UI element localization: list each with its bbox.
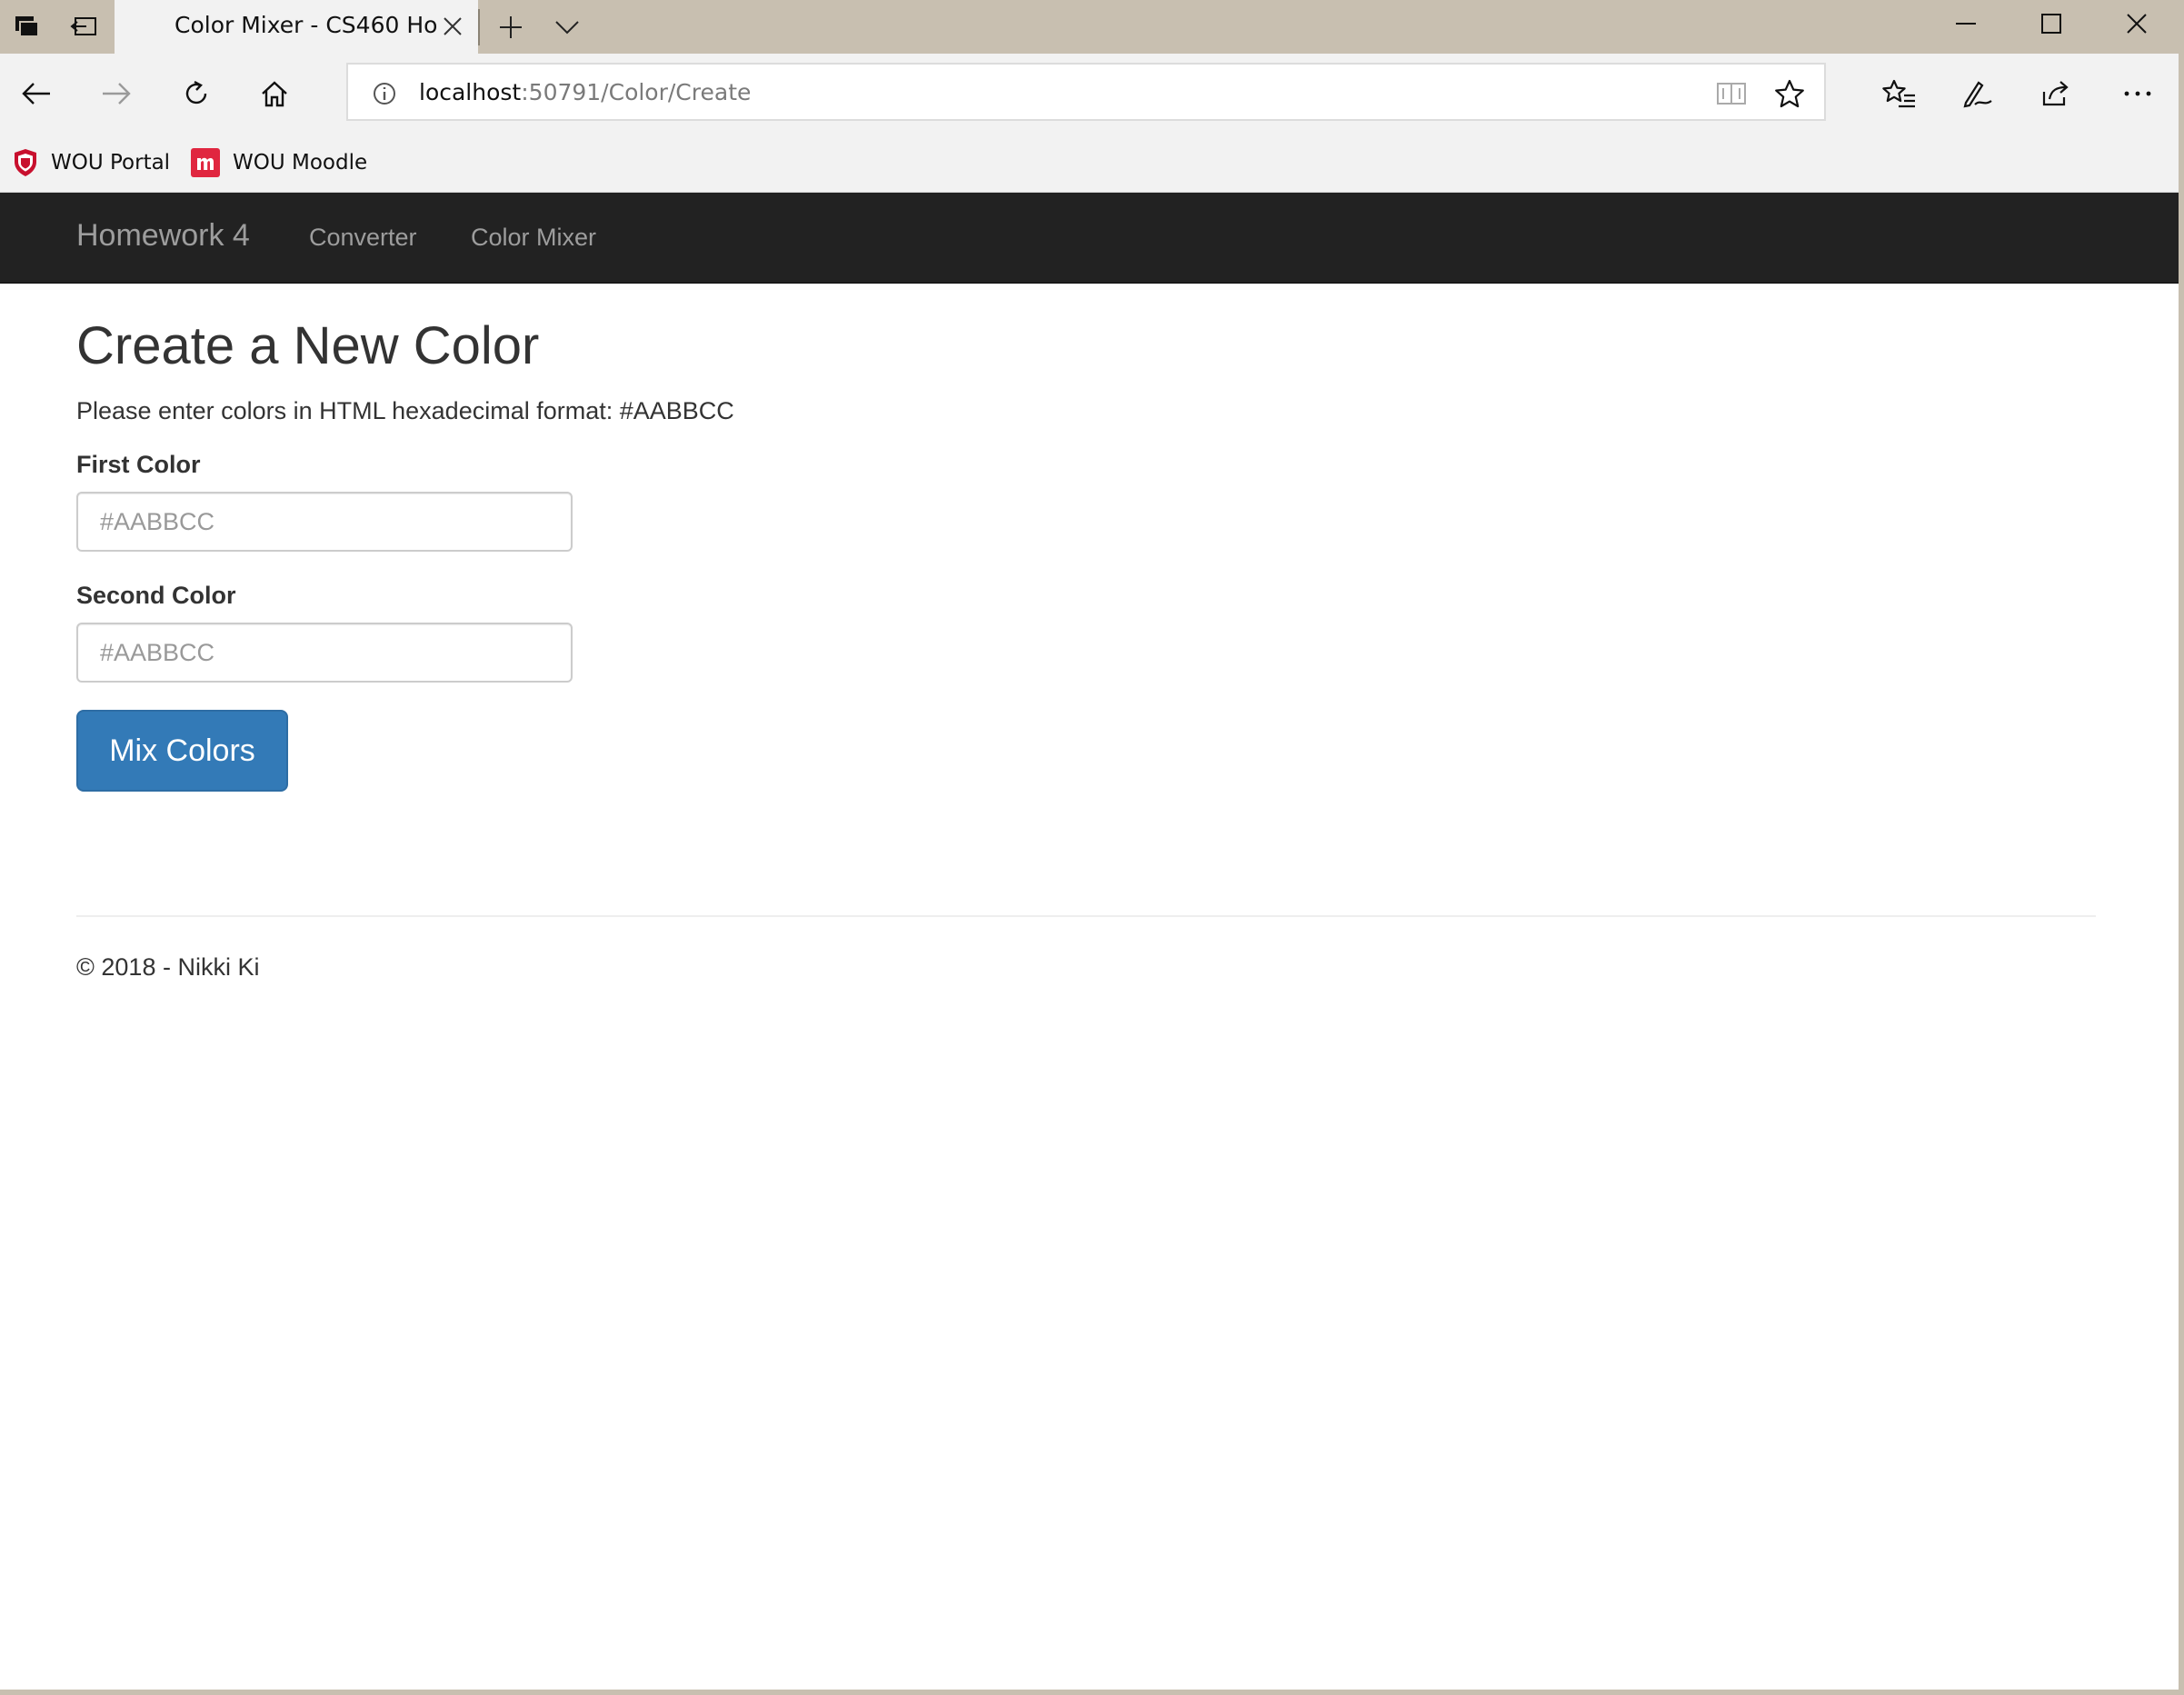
close-window-icon[interactable] xyxy=(2096,0,2178,47)
more-options-icon[interactable] xyxy=(2112,68,2163,119)
second-color-label: Second Color xyxy=(76,582,236,609)
favorites-hub-icon[interactable] xyxy=(1874,68,1925,119)
favorite-wou-moodle[interactable]: WOU Moodle xyxy=(191,145,367,181)
site-navbar: Homework 4 Converter Color Mixer xyxy=(0,193,2179,284)
browser-toolbar: localhost:50791/Color/Create xyxy=(0,54,2179,134)
tab-title: Color Mixer - CS460 Ho xyxy=(175,12,438,38)
pen-icon[interactable] xyxy=(1952,68,2003,119)
title-bar: Color Mixer - CS460 Ho xyxy=(0,0,2179,54)
navbar-brand[interactable]: Homework 4 xyxy=(76,218,250,254)
address-bar[interactable]: localhost:50791/Color/Create xyxy=(346,63,1826,121)
nav-link-color-mixer[interactable]: Color Mixer xyxy=(471,224,596,252)
footer-copyright: © 2018 - Nikki Ki xyxy=(76,953,260,981)
page-title: Create a New Color xyxy=(76,316,540,375)
back-arrow-icon[interactable] xyxy=(11,68,62,119)
favorite-label: WOU Moodle xyxy=(233,151,368,174)
info-icon[interactable] xyxy=(372,81,397,106)
share-icon[interactable] xyxy=(2030,68,2081,119)
maximize-icon[interactable] xyxy=(2010,0,2092,47)
forward-arrow-icon[interactable] xyxy=(91,68,142,119)
new-tab-icon[interactable] xyxy=(485,5,536,49)
format-hint: Please enter colors in HTML hexadecimal … xyxy=(76,397,734,424)
favorite-label: WOU Portal xyxy=(51,151,171,174)
home-icon[interactable] xyxy=(249,68,300,119)
minimize-icon[interactable] xyxy=(1925,0,2007,47)
chevron-down-icon[interactable] xyxy=(542,5,593,49)
set-aside-tabs-icon[interactable] xyxy=(56,0,111,54)
browser-window: Color Mixer - CS460 Ho localhost:50791/C… xyxy=(0,0,2179,1690)
favorite-wou-portal[interactable]: WOU Portal xyxy=(13,145,170,181)
tab-separator xyxy=(478,9,480,45)
footer-divider xyxy=(76,915,2096,917)
nav-link-converter[interactable]: Converter xyxy=(309,224,417,252)
mix-colors-button[interactable]: Mix Colors xyxy=(76,710,288,792)
tab-color-mixer[interactable]: Color Mixer - CS460 Ho xyxy=(115,0,478,54)
url-text: localhost:50791/Color/Create xyxy=(419,79,751,105)
refresh-icon[interactable] xyxy=(171,68,222,119)
shield-icon xyxy=(15,149,36,176)
reading-view-icon[interactable] xyxy=(1710,72,1753,115)
favorites-bar: WOU Portal WOU Moodle xyxy=(0,134,2179,193)
close-tab-icon[interactable] xyxy=(434,8,471,45)
star-icon[interactable] xyxy=(1768,72,1811,115)
url-host: localhost xyxy=(419,79,522,105)
second-color-input[interactable] xyxy=(76,623,573,683)
url-path: :50791/Color/Create xyxy=(521,79,752,105)
tab-actions-icon[interactable] xyxy=(0,0,55,54)
moodle-icon xyxy=(191,148,220,177)
first-color-input[interactable] xyxy=(76,492,573,552)
first-color-label: First Color xyxy=(76,451,201,478)
